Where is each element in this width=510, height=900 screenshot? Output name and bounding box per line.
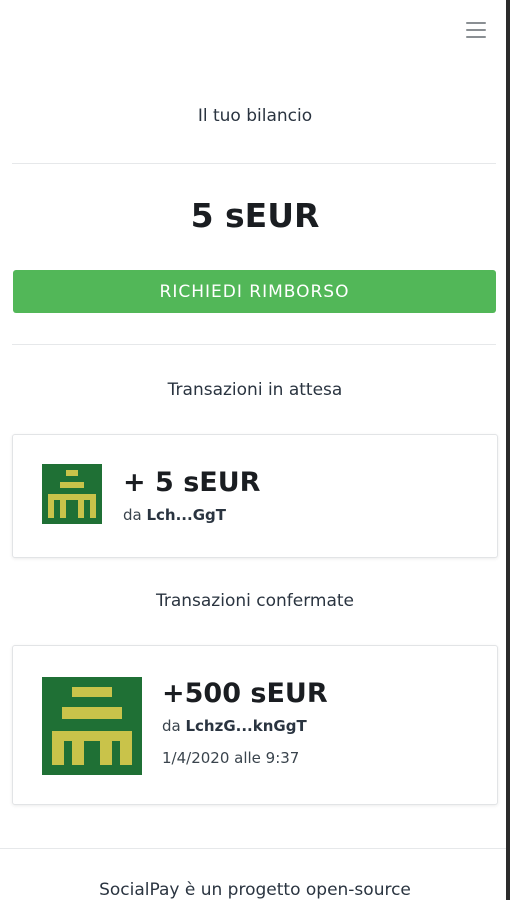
- window-edge: [506, 0, 510, 900]
- balance-label: Il tuo bilancio: [197, 106, 313, 126]
- confirmed-transaction-card[interactable]: +500 sEUR da LchzG...knGgT 1/4/2020 alle…: [12, 645, 498, 805]
- transaction-amount: + 5 sEUR: [123, 467, 261, 498]
- divider: [12, 344, 496, 345]
- confirmed-section-title: Transazioni confermate: [155, 591, 355, 611]
- identicon-avatar: [42, 464, 102, 524]
- divider: [12, 163, 496, 164]
- footer-text: SocialPay è un progetto open-source: [99, 880, 411, 900]
- identicon-avatar: [42, 677, 142, 775]
- balance-amount: 5 sEUR: [190, 196, 320, 235]
- refund-button[interactable]: RICHIEDI RIMBORSO: [13, 270, 496, 313]
- pending-transaction-card[interactable]: + 5 sEUR da Lch...GgT: [12, 434, 498, 558]
- transaction-timestamp: 1/4/2020 alle 9:37: [162, 749, 300, 767]
- transaction-amount: +500 sEUR: [162, 678, 328, 709]
- transaction-sender: da LchzG...knGgT: [162, 717, 307, 735]
- footer-divider: [0, 848, 506, 849]
- hamburger-menu-icon[interactable]: [466, 22, 486, 38]
- transaction-sender: da Lch...GgT: [123, 506, 226, 524]
- pending-section-title: Transazioni in attesa: [167, 380, 343, 400]
